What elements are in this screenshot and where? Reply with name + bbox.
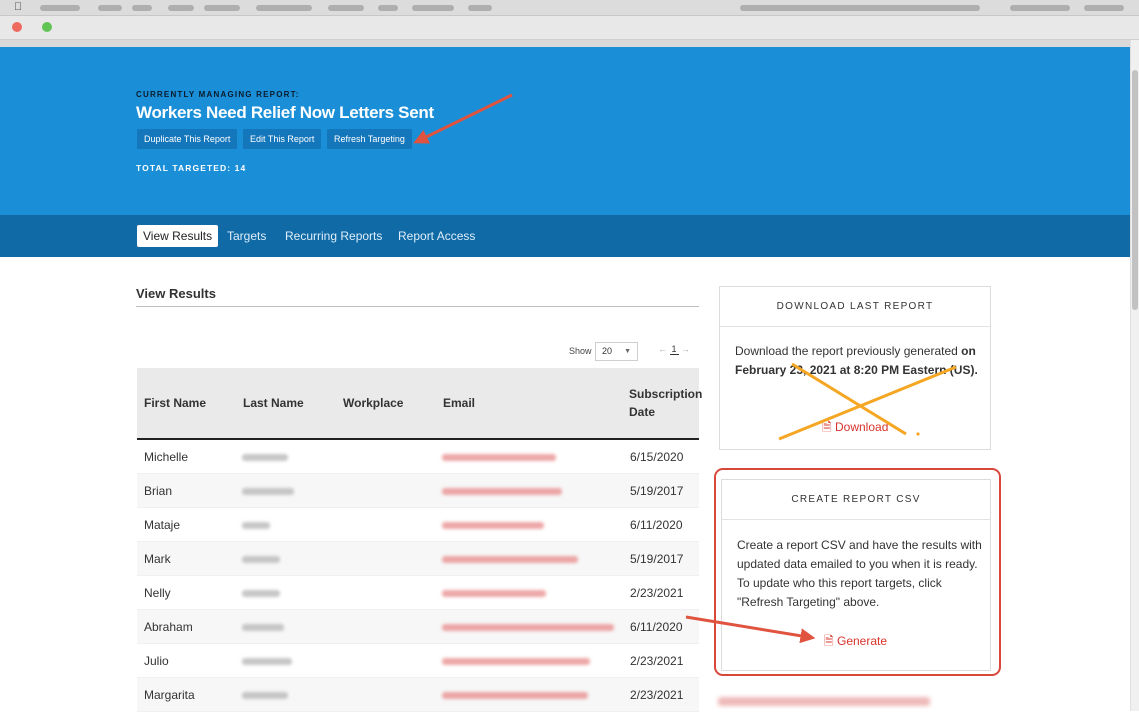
cell-first-name: Abraham: [144, 620, 193, 634]
download-link-label: Download: [835, 420, 889, 434]
column-last-name[interactable]: Last Name: [243, 368, 304, 438]
blurred-link[interactable]: [718, 697, 930, 706]
table-row: Abraham 6/11/2020: [137, 610, 699, 644]
duplicate-report-button[interactable]: Duplicate This Report: [137, 129, 238, 149]
cell-email-redacted: [442, 624, 614, 631]
column-subscription-date[interactable]: Subscription Date: [629, 368, 702, 438]
page-size-select[interactable]: 20 ▼: [595, 342, 638, 361]
scrollbar-thumb[interactable]: [1132, 70, 1138, 310]
cell-subscription-date: 5/19/2017: [630, 552, 684, 566]
file-pdf-icon: 🗎: [822, 420, 832, 434]
report-tabs: View Results Targets Recurring Reports R…: [0, 215, 1130, 257]
table-header: First Name Last Name Workplace Email Sub…: [137, 368, 702, 440]
report-eyebrow: CURRENTLY MANAGING REPORT:: [136, 90, 300, 99]
cell-first-name: Michelle: [144, 450, 189, 464]
pagination: ← 1 →: [658, 344, 690, 355]
cell-first-name: Mark: [144, 552, 171, 566]
tab-report-access[interactable]: Report Access: [392, 225, 481, 247]
refresh-targeting-button[interactable]: Refresh Targeting: [327, 129, 412, 149]
edit-report-button[interactable]: Edit This Report: [243, 129, 322, 149]
download-card-heading: DOWNLOAD LAST REPORT: [720, 287, 990, 327]
cell-last-name-redacted: [242, 692, 288, 699]
window-maximize-button[interactable]: [42, 22, 52, 32]
page-size-value: 20: [602, 346, 613, 356]
os-menubar: : [0, 0, 1139, 16]
cell-first-name: Nelly: [144, 586, 171, 600]
table-row: Mataje 6/11/2020: [137, 508, 699, 542]
tab-targets[interactable]: Targets: [221, 225, 272, 247]
cell-subscription-date: 2/23/2021: [630, 654, 684, 668]
table-row: Michelle 6/15/2020: [137, 440, 699, 474]
report-header: CURRENTLY MANAGING REPORT: Workers Need …: [0, 47, 1130, 215]
annotation-highlight-box: [714, 468, 1001, 676]
download-card-text: Download the report previously generated…: [735, 342, 980, 380]
table-row: Julio 2/23/2021: [137, 644, 699, 678]
total-targeted-label: TOTAL TARGETED: 14: [136, 163, 247, 173]
cell-subscription-date: 6/15/2020: [630, 450, 684, 464]
cell-last-name-redacted: [242, 624, 284, 631]
cell-email-redacted: [442, 658, 590, 665]
cell-subscription-date: 2/23/2021: [630, 586, 684, 600]
table-row: Nelly 2/23/2021: [137, 576, 699, 610]
browser-toolbar: [0, 40, 1130, 47]
cell-subscription-date: 5/19/2017: [630, 484, 684, 498]
cell-email-redacted: [442, 556, 578, 563]
window-close-button[interactable]: [12, 22, 22, 32]
cell-first-name: Julio: [144, 654, 169, 668]
download-last-report-card: DOWNLOAD LAST REPORT Download the report…: [719, 286, 991, 450]
cell-email-redacted: [442, 488, 562, 495]
cell-email-redacted: [442, 454, 556, 461]
cell-last-name-redacted: [242, 522, 270, 529]
cell-first-name: Brian: [144, 484, 173, 498]
cell-email-redacted: [442, 692, 588, 699]
prev-page-icon[interactable]: ←: [658, 344, 667, 354]
cell-subscription-date: 6/11/2020: [630, 518, 683, 532]
cell-subscription-date: 2/23/2021: [630, 688, 684, 702]
results-title: View Results: [136, 286, 216, 301]
cell-last-name-redacted: [242, 590, 280, 597]
table-row: Brian 5/19/2017: [137, 474, 699, 508]
apple-icon: : [14, 1, 22, 13]
tab-recurring-reports[interactable]: Recurring Reports: [279, 225, 388, 247]
download-card-text-line: Download the report previously generated: [735, 344, 958, 358]
page-scrollbar[interactable]: [1130, 40, 1139, 711]
show-label: Show: [569, 346, 592, 356]
table-row: Margarita 2/23/2021: [137, 678, 699, 712]
cell-email-redacted: [442, 590, 546, 597]
browser-tabbar: [0, 16, 1139, 40]
column-email[interactable]: Email: [443, 368, 475, 438]
cell-subscription-date: 6/11/2020: [630, 620, 683, 634]
download-link[interactable]: 🗎 Download: [822, 418, 888, 439]
column-first-name[interactable]: First Name: [144, 368, 206, 438]
current-page[interactable]: 1: [669, 344, 679, 355]
cell-first-name: Mataje: [144, 518, 181, 532]
table-row: Mark 5/19/2017: [137, 542, 699, 576]
cell-last-name-redacted: [242, 556, 280, 563]
total-targeted: TOTAL TARGETED: 14: [136, 163, 246, 173]
cell-last-name-redacted: [242, 488, 294, 495]
chevron-down-icon: ▼: [624, 348, 631, 355]
cell-email-redacted: [442, 522, 544, 529]
cell-last-name-redacted: [242, 454, 288, 461]
cell-first-name: Margarita: [144, 688, 195, 702]
tab-view-results[interactable]: View Results: [137, 225, 219, 247]
column-workplace[interactable]: Workplace: [343, 368, 403, 438]
results-divider: [136, 306, 699, 307]
next-page-icon[interactable]: →: [681, 344, 690, 354]
results-table: First Name Last Name Workplace Email Sub…: [137, 368, 702, 712]
report-title: Workers Need Relief Now Letters Sent: [136, 103, 434, 122]
cell-last-name-redacted: [242, 658, 292, 665]
